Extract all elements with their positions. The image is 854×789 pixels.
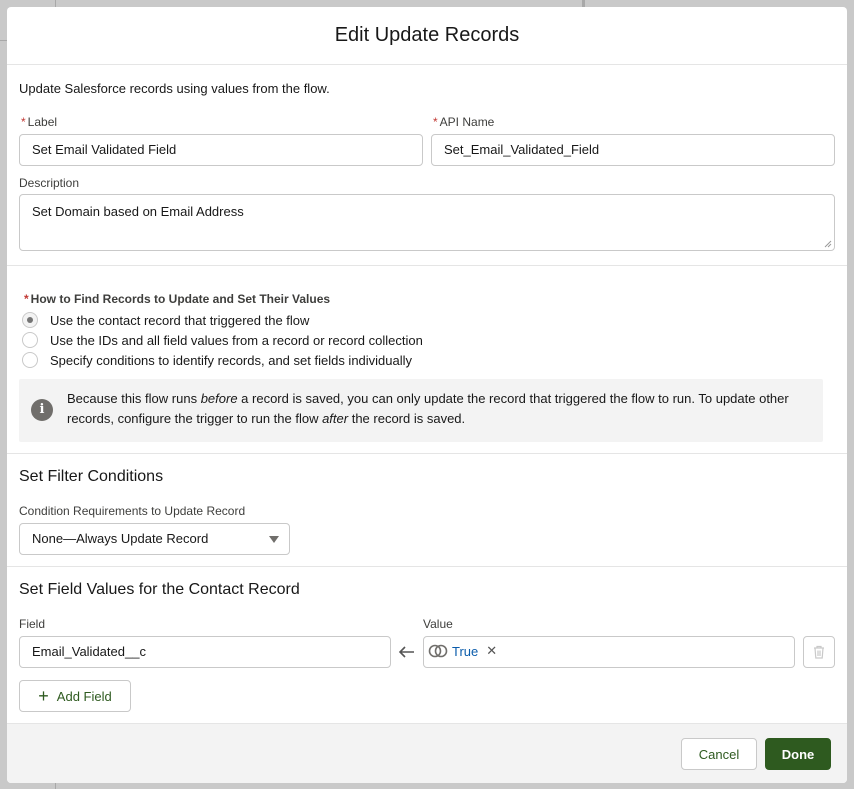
label-text: Label (27, 115, 58, 129)
boolean-icon (428, 644, 448, 658)
required-mark: * (24, 292, 29, 306)
radio-option-record-ids[interactable]: Use the IDs and all field values from a … (22, 332, 423, 348)
radio-label: Specify conditions to identify records, … (50, 352, 413, 368)
filter-conditions-title: Set Filter Conditions (19, 468, 164, 485)
condition-requirements-select[interactable]: None—Always Update Record (19, 523, 290, 555)
condition-requirements-label: Condition Requirements to Update Record (19, 504, 246, 518)
delete-row-button[interactable] (803, 636, 835, 668)
value-pill-label: True (452, 643, 479, 659)
find-records-label-text: How to Find Records to Update and Set Th… (30, 292, 331, 306)
find-records-section: * How to Find Records to Update and Set T… (7, 266, 847, 454)
left-arrow-icon (398, 646, 414, 658)
radio-option-specify-conditions[interactable]: Specify conditions to identify records, … (22, 352, 412, 368)
add-field-button[interactable]: + Add Field (19, 680, 131, 712)
radio-label: Use the IDs and all field values from a … (50, 332, 423, 348)
modal-header: Edit Update Records (7, 7, 847, 65)
radio-button[interactable] (22, 332, 38, 348)
modal-title: Edit Update Records (334, 24, 520, 46)
field-input[interactable]: Email_Validated__c (19, 636, 391, 668)
resize-grip-icon[interactable] (824, 240, 832, 248)
info-box: i Because this flow runs before a record… (19, 379, 823, 442)
done-button[interactable]: Done (765, 738, 831, 770)
find-records-label: * How to Find Records to Update and Set T… (24, 292, 330, 306)
field-values-section: Set Field Values for the Contact Record … (7, 567, 847, 723)
field-values-title: Set Field Values for the Contact Record (19, 581, 300, 598)
description-value: Set Domain based on Email Address (32, 204, 244, 219)
api-name-text: API Name (439, 115, 495, 129)
required-mark: * (21, 115, 26, 129)
trash-icon (814, 645, 824, 659)
info-icon: i (31, 399, 53, 421)
value-column-label: Value (423, 617, 453, 631)
info-text: Because this flow runs before a record i… (67, 391, 789, 426)
remove-value-icon[interactable]: ✕ (486, 643, 497, 659)
select-value: None—Always Update Record (32, 531, 209, 546)
value-pill[interactable]: True ✕ (428, 643, 497, 659)
filter-conditions-section: Set Filter Conditions Condition Requirem… (7, 454, 847, 567)
radio-button[interactable] (22, 352, 38, 368)
field-column-label: Field (19, 617, 46, 631)
cancel-button[interactable]: Cancel (681, 738, 757, 770)
edit-update-records-modal: Edit Update Records Update Salesforce re… (7, 7, 847, 783)
basic-info-section: Update Salesforce records using values f… (7, 65, 847, 266)
value-input[interactable]: True ✕ (423, 636, 795, 668)
description-textarea[interactable]: Set Domain based on Email Address (19, 194, 835, 251)
radio-button[interactable] (22, 312, 38, 328)
api-name-input[interactable]: Set_Email_Validated_Field (431, 134, 835, 166)
required-mark: * (433, 115, 438, 129)
label-field-label: * Label (21, 115, 57, 129)
radio-label: Use the contact record that triggered th… (50, 312, 310, 328)
dropdown-caret-icon (269, 536, 279, 543)
modal-footer: Cancel Done (7, 723, 847, 783)
api-name-field-label: * API Name (433, 115, 494, 129)
modal-body: Update Salesforce records using values f… (7, 65, 847, 723)
add-field-label: Add Field (56, 688, 112, 704)
radio-option-triggering-record[interactable]: Use the contact record that triggered th… (22, 312, 309, 328)
plus-icon: + (38, 686, 49, 706)
intro-text: Update Salesforce records using values f… (19, 81, 330, 96)
description-label: Description (19, 176, 80, 190)
label-input[interactable]: Set Email Validated Field (19, 134, 423, 166)
